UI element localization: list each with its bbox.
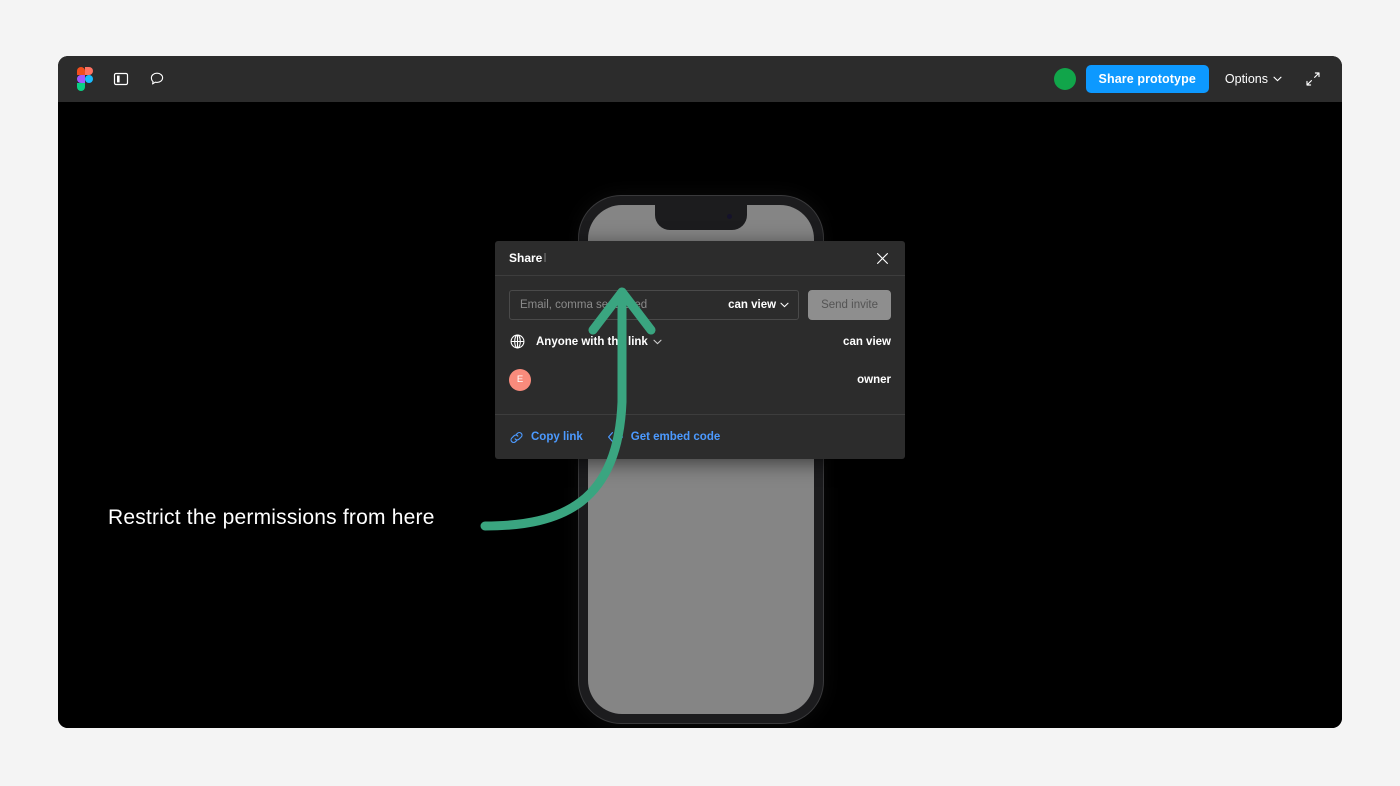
owner-permission-value: owner bbox=[857, 373, 891, 386]
phone-notch bbox=[655, 205, 747, 230]
chevron-down-icon bbox=[653, 339, 662, 344]
chevron-down-icon bbox=[780, 302, 789, 308]
share-dialog-footer: Copy link Get embed code bbox=[495, 414, 905, 459]
phone-camera-icon bbox=[727, 214, 732, 219]
copy-link-label: Copy link bbox=[531, 431, 583, 443]
link-access-select[interactable]: Anyone with the link bbox=[536, 336, 662, 348]
copy-link-button[interactable]: Copy link bbox=[509, 430, 583, 445]
link-chain-icon bbox=[510, 431, 523, 443]
toolbar-right-group: Share prototype Options bbox=[1053, 64, 1342, 94]
share-dialog-title: Share bbox=[509, 251, 543, 265]
get-embed-code-button[interactable]: Get embed code bbox=[607, 431, 720, 443]
share-dialog-title-truncation: l bbox=[543, 251, 547, 265]
email-input[interactable] bbox=[520, 299, 729, 311]
chevron-down-icon bbox=[1273, 76, 1282, 82]
presence-avatar-dot[interactable] bbox=[1053, 68, 1076, 90]
prototype-canvas: Share l can view bbox=[58, 102, 1342, 728]
email-input-wrapper[interactable]: can view bbox=[509, 290, 800, 320]
invite-row: can view Send invite bbox=[509, 290, 891, 320]
access-row-owner: E owner bbox=[509, 363, 891, 396]
expand-fullscreen-icon bbox=[1306, 72, 1320, 86]
link-access-label: Anyone with the link bbox=[536, 335, 648, 348]
comment-bubble-icon bbox=[150, 72, 164, 85]
share-dialog-header: Share l bbox=[495, 241, 905, 276]
comments-button[interactable] bbox=[142, 64, 172, 94]
share-dialog-body: can view Send invite bbox=[495, 276, 905, 414]
close-x-icon bbox=[876, 252, 888, 264]
access-row-link: Anyone with the link can view bbox=[509, 325, 891, 358]
options-menu-button[interactable]: Options bbox=[1219, 65, 1288, 93]
send-invite-button[interactable]: Send invite bbox=[808, 290, 891, 320]
access-row-left: Anyone with the link bbox=[509, 333, 662, 350]
top-toolbar: Share prototype Options bbox=[58, 56, 1342, 102]
invite-permission-label: can view bbox=[728, 299, 777, 311]
code-brackets-icon bbox=[607, 432, 623, 442]
layers-panel-icon bbox=[113, 72, 129, 86]
toolbar-left-group bbox=[58, 64, 172, 94]
fullscreen-button[interactable] bbox=[1298, 64, 1328, 94]
avatar: E bbox=[509, 368, 531, 391]
figma-home-button[interactable] bbox=[70, 64, 100, 94]
figma-logo-icon bbox=[77, 67, 93, 91]
toggle-layers-panel-button[interactable] bbox=[106, 64, 136, 94]
annotation-text: Restrict the permissions from here bbox=[108, 506, 435, 529]
embed-code-label: Get embed code bbox=[630, 431, 721, 443]
share-prototype-button[interactable]: Share prototype bbox=[1085, 65, 1209, 93]
invite-permission-select[interactable]: can view bbox=[728, 299, 789, 311]
link-permission-value[interactable]: can view bbox=[843, 336, 891, 348]
globe-icon bbox=[510, 334, 525, 349]
close-dialog-button[interactable] bbox=[871, 247, 893, 269]
options-label: Options bbox=[1224, 72, 1268, 86]
owner-row-left: E bbox=[509, 368, 541, 391]
figma-prototype-window: Share prototype Options Share l Email, c… bbox=[58, 56, 1342, 728]
share-dialog: Share l can view bbox=[495, 241, 905, 459]
